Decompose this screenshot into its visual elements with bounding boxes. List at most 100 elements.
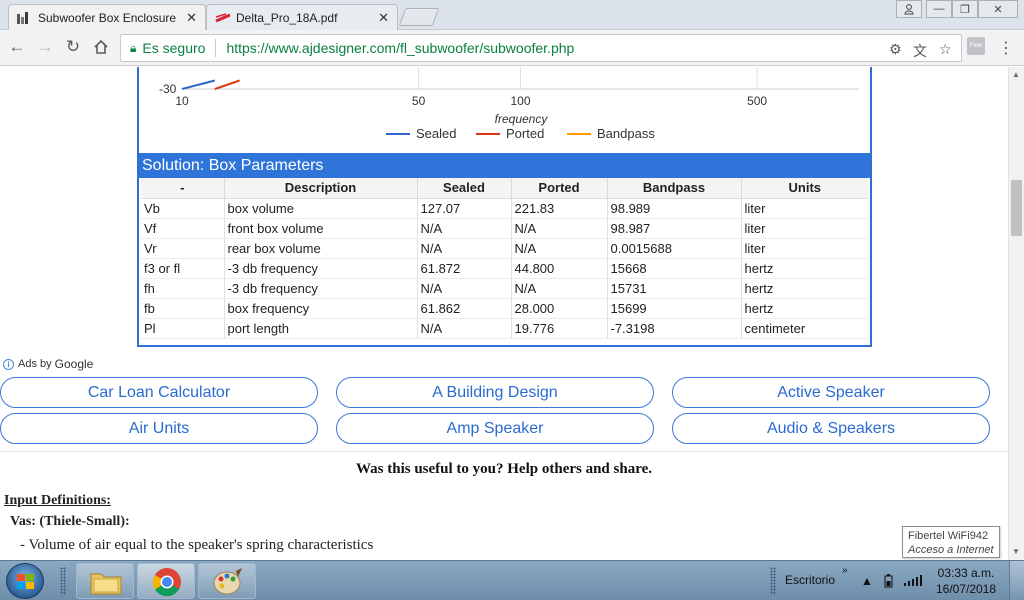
lock-icon: 🔒︎ [130, 40, 137, 55]
y-tick-label: -30 [159, 82, 177, 96]
taskbar-grip[interactable] [60, 567, 66, 595]
table-cell: 19.776 [511, 318, 608, 339]
page-content: -30 10 50 100 500 frequency Sealed Ported Bandpa… [0, 67, 1008, 560]
ad-link-a-building-design[interactable]: A Building Design [336, 377, 654, 408]
info-icon[interactable]: i [3, 358, 14, 370]
share-prompt: Was this useful to you? Help others and … [355, 461, 652, 477]
folder-icon [90, 573, 122, 595]
show-hidden-icons-icon[interactable]: ▲ [861, 574, 873, 588]
user-icon[interactable] [896, 0, 922, 18]
explorer-taskbar-button[interactable] [76, 563, 134, 599]
table-cell: box frequency [224, 298, 418, 319]
reload-icon[interactable]: ↻ [63, 37, 83, 57]
close-icon[interactable]: ✕ [186, 10, 197, 26]
system-clock[interactable]: 03:33 a.m. 16/07/2018 [930, 565, 1002, 597]
tab-strip: Subwoofer Box Enclosure ✕ Delta_Pro_18A.… [0, 0, 1024, 30]
ads-by-google[interactable]: i Ads by Google [3, 357, 93, 371]
table-cell: 98.987 [607, 218, 742, 239]
browser-toolbar: ← → ↻ 🔒︎ Es seguro https://www.ajdesigne… [0, 30, 1024, 66]
table-cell: hertz [741, 298, 868, 319]
table-cell: hertz [741, 278, 868, 299]
table-cell: centimeter [741, 318, 868, 339]
chrome-taskbar-button[interactable] [137, 563, 195, 599]
x-axis-title: frequency [495, 112, 549, 126]
address-bar[interactable]: 🔒︎ Es seguro https://www.ajdesigner.com/… [120, 34, 962, 62]
battery-icon[interactable] [884, 574, 893, 591]
scroll-thumb[interactable] [1011, 180, 1022, 236]
x-tick-label: 100 [510, 94, 530, 108]
x-tick-label: 50 [412, 94, 426, 108]
paint-palette-icon [213, 568, 242, 595]
table-cell: 98.989 [607, 198, 742, 219]
table-row: Vf front box volume N/A N/A 98.987 liter [141, 218, 868, 239]
table-cell: port length [224, 318, 418, 339]
table-cell: -7.3198 [607, 318, 742, 339]
table-cell: N/A [511, 238, 608, 259]
double-chevron-icon[interactable]: » [842, 565, 848, 576]
series-line [181, 79, 216, 90]
translate-icon[interactable]: 文 [913, 41, 927, 61]
calculator-panel: -30 10 50 100 500 frequency Sealed Ported Bandpa… [137, 67, 872, 347]
table-cell: liter [741, 238, 868, 259]
ad-link-audio-speakers[interactable]: Audio & Speakers [672, 413, 990, 444]
table-cell: liter [741, 218, 868, 239]
ad-link-air-units[interactable]: Air Units [0, 413, 318, 444]
ad-link-active-speaker[interactable]: Active Speaker [672, 377, 990, 408]
table-header-row: - Description Sealed Ported Bandpass Uni… [141, 178, 868, 199]
flow-extension-icon[interactable]: Flow [967, 37, 985, 55]
table-cell: -3 db frequency [224, 258, 418, 279]
blocked-cookies-icon[interactable]: ⚙︎ [889, 41, 902, 58]
omnibox-separator [215, 39, 217, 57]
wifi-signal-icon[interactable] [904, 574, 922, 589]
table-cell: box volume [224, 198, 418, 219]
show-desktop-button[interactable] [1009, 561, 1024, 600]
security-label: Es seguro [142, 40, 206, 56]
vas-definition: - Volume of air equal to the speaker's s… [20, 537, 374, 553]
column-header: Bandpass [607, 178, 742, 199]
x-tick-label: 500 [747, 94, 767, 108]
table-row: Pl port length N/A 19.776 -7.3198 centimeter [141, 318, 868, 339]
scroll-down-icon[interactable]: ▼ [1012, 547, 1020, 556]
ads-label: Ads by [18, 358, 52, 370]
column-header: Description [224, 178, 418, 199]
bookmark-star-icon[interactable]: ☆ [939, 41, 952, 58]
restore-button[interactable]: ❐ [952, 0, 978, 18]
table-cell: N/A [417, 238, 512, 259]
table-cell: 15699 [607, 298, 742, 319]
paint-taskbar-button[interactable] [198, 563, 256, 599]
toolbar-grip[interactable] [770, 567, 776, 595]
forward-icon[interactable]: → [35, 37, 55, 57]
table-cell: fh [141, 278, 225, 299]
parameters-table: - Description Sealed Ported Bandpass Uni… [141, 178, 868, 339]
clock-date: 16/07/2018 [935, 582, 997, 596]
desktop-toolbar-label[interactable]: Escritorio [785, 573, 835, 587]
home-icon[interactable] [91, 37, 111, 57]
page-favicon-icon [17, 11, 31, 24]
table-cell: N/A [511, 218, 608, 239]
table-cell: Vr [141, 238, 225, 259]
back-icon[interactable]: ← [7, 37, 27, 57]
browser-menu-icon[interactable]: ⋮ [998, 38, 1014, 58]
table-cell: 15731 [607, 278, 742, 299]
table-cell: 0.0015688 [607, 238, 742, 259]
close-icon[interactable]: ✕ [378, 10, 389, 26]
google-brand: Google [54, 357, 94, 371]
column-header: Sealed [417, 178, 512, 199]
tab-pdf[interactable]: Delta_Pro_18A.pdf ✕ [206, 4, 398, 30]
minimize-button[interactable]: — [926, 0, 952, 18]
start-button[interactable] [6, 563, 44, 599]
page-scrollbar[interactable]: ▲ ▼ [1008, 67, 1024, 560]
close-window-button[interactable]: ✕ [978, 0, 1018, 18]
tab-subwoofer[interactable]: Subwoofer Box Enclosure ✕ [8, 4, 206, 30]
column-header: Ported [511, 178, 608, 199]
new-tab-button[interactable] [398, 8, 440, 26]
ad-link-amp-speaker[interactable]: Amp Speaker [336, 413, 654, 444]
tooltip-subtitle: Acceso a Internet [908, 544, 994, 556]
url-text[interactable]: https://www.ajdesigner.com/fl_subwoofer/… [226, 40, 574, 56]
legend-label: Sealed [416, 126, 456, 141]
table-row: Vb box volume 127.07 221.83 98.989 liter [141, 198, 868, 219]
scroll-up-icon[interactable]: ▲ [1012, 70, 1020, 79]
series-line [214, 79, 240, 90]
tab-title: Delta_Pro_18A.pdf [236, 10, 338, 25]
ad-link-car-loan-calculator[interactable]: Car Loan Calculator [0, 377, 318, 408]
